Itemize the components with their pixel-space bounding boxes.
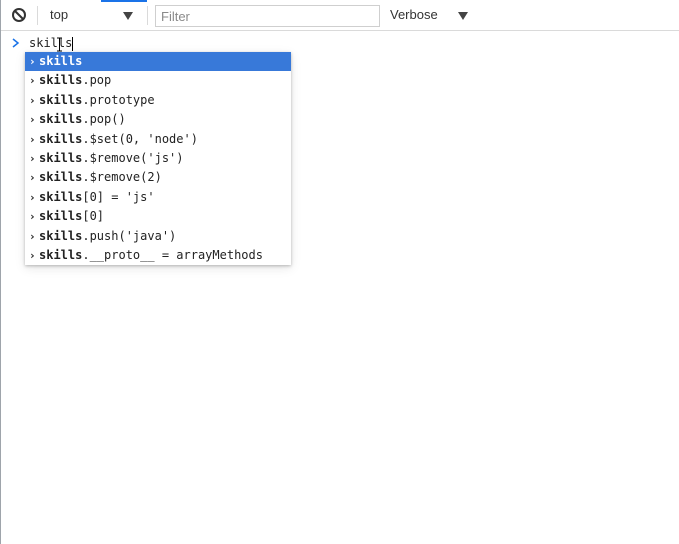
suggestion-prefix: skills: [39, 247, 83, 262]
suggestion-chevron-icon: ›: [29, 132, 36, 146]
suggestion-chevron-icon: ›: [29, 210, 36, 224]
suggestion-item[interactable]: › skills.prototype: [25, 91, 291, 110]
suggestion-rest: .$remove(2): [82, 170, 162, 185]
suggestion-chevron-icon: ›: [29, 93, 36, 107]
suggestion-rest: .push('java'): [82, 228, 177, 243]
suggestion-item[interactable]: › skills.__proto__ = arrayMethods: [25, 246, 291, 265]
suggestion-chevron-icon: ›: [29, 190, 36, 204]
suggestion-item[interactable]: › skills.pop: [25, 71, 291, 90]
suggestion-chevron-icon: ›: [29, 248, 36, 262]
suggestion-prefix: skills: [39, 131, 83, 146]
suggestion-prefix: skills: [39, 228, 83, 243]
context-value: top: [50, 7, 69, 22]
suggestion-chevron-icon: ›: [29, 229, 36, 243]
suggestion-prefix: skills: [39, 73, 83, 88]
suggestion-chevron-icon: ›: [29, 55, 36, 68]
suggestion-prefix: skills: [39, 189, 83, 204]
suggestion-prefix: skills: [39, 170, 83, 185]
ibeam-cursor-icon: [57, 37, 62, 52]
suggestion-prefix: skills: [39, 54, 83, 68]
log-level-selector[interactable]: Verbose: [382, 4, 482, 26]
active-tab-indicator: [101, 0, 147, 2]
suggestion-rest: .__proto__ = arrayMethods: [82, 247, 263, 262]
suggestion-prefix: skills: [39, 209, 83, 224]
suggestion-item[interactable]: › skills.$set(0, 'node'): [25, 130, 291, 149]
suggestion-rest: .$set(0, 'node'): [82, 131, 198, 146]
suggestion-rest: .pop(): [82, 112, 126, 127]
suggestion-item[interactable]: › skills: [25, 52, 291, 72]
suggestion-prefix: skills: [39, 112, 83, 127]
suggestion-prefix: skills: [39, 92, 83, 107]
text-caret: [72, 37, 73, 51]
suggestion-chevron-icon: ›: [29, 113, 36, 127]
console-toolbar: top Verbose: [1, 0, 679, 31]
chevron-down-icon: [458, 12, 468, 20]
suggestion-item[interactable]: › skills[0]: [25, 207, 291, 226]
context-selector[interactable]: top: [42, 4, 142, 26]
prompt-chevron-icon: [12, 38, 20, 48]
suggestion-rest: .prototype: [82, 92, 155, 107]
suggestion-chevron-icon: ›: [29, 171, 36, 185]
toolbar-divider: [147, 6, 148, 25]
suggestion-chevron-icon: ›: [29, 74, 36, 88]
suggestion-item[interactable]: › skills.$remove('js'): [25, 149, 291, 168]
chevron-down-icon: [123, 12, 133, 20]
suggestion-item[interactable]: › skills.$remove(2): [25, 168, 291, 187]
suggestion-rest: [0] = 'js': [82, 189, 155, 204]
suggestion-item[interactable]: › skills[0] = 'js': [25, 188, 291, 207]
suggestion-prefix: skills: [39, 150, 83, 165]
suggestion-rest: [0]: [82, 209, 105, 224]
suggestion-chevron-icon: ›: [29, 151, 36, 165]
suggestion-item[interactable]: › skills.pop(): [25, 110, 291, 129]
devtools-console: top Verbose skills ›skills›skills.pop›sk…: [0, 0, 679, 544]
suggestion-item[interactable]: › skills.push('java'): [25, 227, 291, 246]
suggestion-rest: .pop: [82, 73, 112, 88]
log-level-value: Verbose: [390, 7, 438, 22]
suggestion-rest: .$remove('js'): [82, 150, 184, 165]
toolbar-divider: [37, 6, 38, 25]
filter-input[interactable]: [155, 5, 380, 27]
clear-console-icon[interactable]: [11, 7, 27, 23]
autocomplete-suggestions: › skills › skills.pop › skills.prototype › skil…: [25, 52, 291, 266]
console-prompt[interactable]: skills: [1, 35, 679, 53]
prompt-input-text[interactable]: skills: [29, 36, 72, 50]
